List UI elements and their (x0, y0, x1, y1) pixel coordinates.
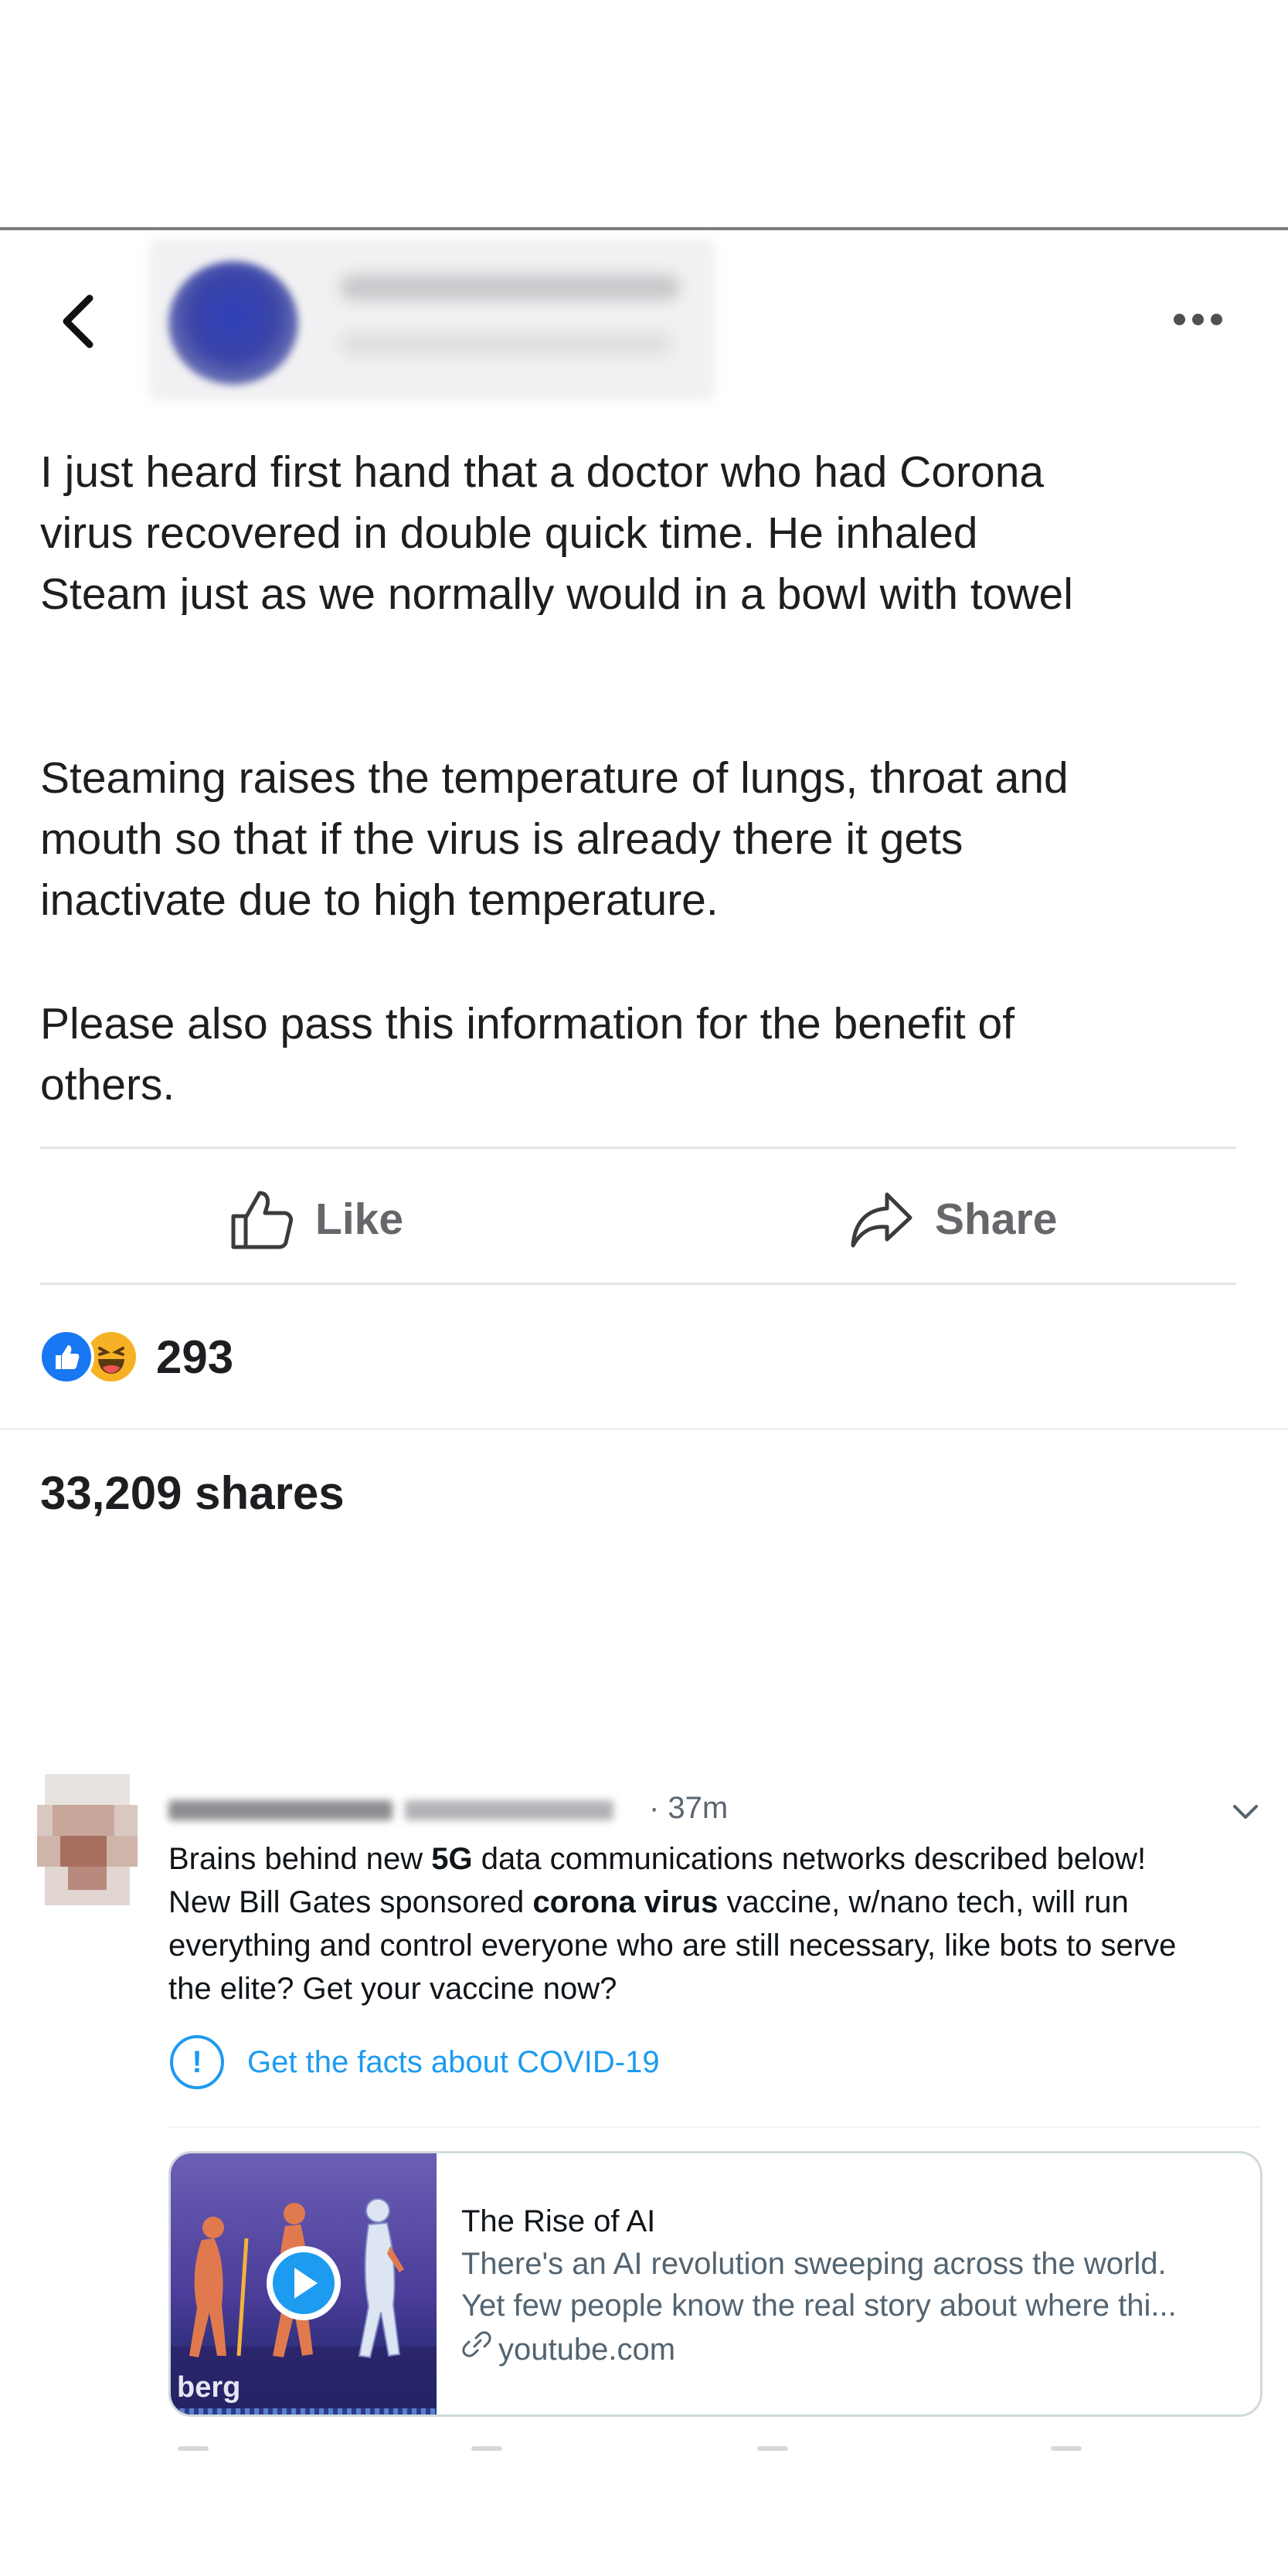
section-separator (0, 1428, 1288, 1430)
tweet-actions-cropped (178, 2442, 1105, 2457)
card-description-line: Yet few people know the real story about… (461, 2289, 1177, 2323)
link-preview-card[interactable]: berg The Rise of AI There's an AI revolu… (168, 2151, 1263, 2417)
card-description-line: There's an AI revolution sweeping across… (461, 2247, 1167, 2281)
avatar[interactable] (37, 1774, 138, 1905)
text-run: vaccine, w/nano tech, will run (718, 1885, 1129, 1919)
post-text-line: others. (40, 1060, 175, 1110)
tweet-text-line: the elite? Get your vaccine now? (168, 1967, 1281, 2010)
covid-facts-link[interactable]: ! Get the facts about COVID-19 (170, 2035, 660, 2089)
text-run: Brains behind new (168, 1842, 432, 1876)
more-options-icon[interactable] (1159, 300, 1236, 338)
share-label: Share (935, 1195, 1058, 1244)
like-label: Like (315, 1195, 404, 1244)
header-divider (0, 227, 1288, 230)
reaction-count: 293 (156, 1330, 234, 1383)
divider (40, 1147, 1236, 1149)
card-text: The Rise of AI There's an AI revolution … (461, 2200, 1249, 2373)
share-count[interactable]: 33,209 shares (40, 1466, 345, 1520)
tweet-text-line: Brains behind new 5G data communications… (168, 1837, 1281, 1881)
post-text-line: Please also pass this information for th… (40, 999, 1015, 1048)
link-icon (461, 2326, 492, 2373)
video-thumbnail[interactable]: berg (171, 2153, 437, 2415)
post-text-line: Steaming raises the temperature of lungs… (40, 753, 1069, 803)
text-run: the elite? Get your vaccine now? (168, 1972, 617, 2006)
like-button[interactable]: Like (229, 1182, 403, 1256)
text-run: everything and control everyone who are … (168, 1929, 1177, 1963)
text-run: New Bill Gates sponsored (168, 1885, 533, 1919)
covid-facts-label: Get the facts about COVID-19 (247, 2044, 660, 2079)
card-domain-label: youtube.com (498, 2333, 676, 2367)
post-text-line: mouth so that if the virus is already th… (40, 814, 963, 864)
redacted-author-name (340, 274, 680, 301)
text-run-bold[interactable]: 5G (431, 1842, 472, 1876)
share-arrow-icon (848, 1187, 913, 1252)
divider (168, 2126, 1261, 2128)
reaction-summary[interactable]: 293 (39, 1329, 233, 1385)
post-text-line: I just heard first hand that a doctor wh… (40, 447, 1045, 497)
thumbnail-brand-text: berg (177, 2371, 241, 2404)
redacted-user-name[interactable] (168, 1794, 632, 1825)
tweet-text-line: everything and control everyone who are … (168, 1924, 1281, 1967)
post-text-line: Steam just as we normally would in a bow… (40, 569, 1073, 615)
tweet-timestamp[interactable]: · 37m (649, 1791, 728, 1826)
card-title: The Rise of AI (461, 2204, 656, 2238)
play-icon[interactable] (267, 2246, 341, 2320)
text-run: data communications networks described b… (472, 1842, 1147, 1876)
divider (40, 1283, 1236, 1285)
caret-down-icon[interactable] (1230, 1800, 1261, 1823)
info-exclamation-icon: ! (170, 2035, 224, 2089)
like-reaction-icon (39, 1329, 94, 1385)
back-chevron-icon[interactable] (56, 291, 102, 352)
tweet-text-line: New Bill Gates sponsored corona virus va… (168, 1881, 1281, 1924)
text-run-bold[interactable]: corona virus (532, 1885, 718, 1919)
avatar[interactable] (168, 261, 298, 385)
share-button[interactable]: Share (848, 1182, 1057, 1256)
thumbs-up-icon (229, 1187, 294, 1252)
redacted-post-meta (340, 332, 672, 355)
thumbnail-progress-strip (171, 2408, 437, 2415)
card-domain: youtube.com (461, 2326, 1249, 2373)
post-text-line: virus recovered in double quick time. He… (40, 508, 978, 558)
post-text-line: inactivate due to high temperature. (40, 875, 719, 925)
